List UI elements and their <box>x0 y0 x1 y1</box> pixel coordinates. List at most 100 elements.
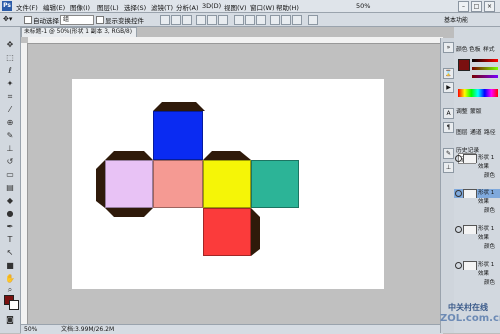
panel-collapse-icon[interactable]: » <box>443 42 454 53</box>
minimize-icon[interactable]: – <box>458 1 469 12</box>
cube-face-bottom[interactable] <box>203 208 251 256</box>
color-slider-b[interactable] <box>472 75 498 78</box>
auto-align-icon[interactable] <box>308 15 318 25</box>
color-slider-g[interactable] <box>472 67 498 70</box>
healing-brush-icon[interactable]: ⊕ <box>4 118 16 127</box>
crop-icon[interactable]: ⌗ <box>4 92 16 101</box>
auto-select-checkbox[interactable] <box>24 16 32 24</box>
history-brush-icon[interactable]: ↺ <box>4 157 16 166</box>
type-icon[interactable]: T <box>4 235 16 244</box>
layer-effect-row[interactable]: 颜色 <box>454 243 500 252</box>
layer-name: 形状 1 <box>478 226 495 232</box>
layer-row[interactable]: 形状 1 <box>454 154 500 163</box>
layer-effect-row[interactable]: 颜色 <box>454 279 500 288</box>
tab-layers[interactable]: 图层 <box>456 127 468 136</box>
cube-face-center[interactable] <box>153 160 203 208</box>
color-spectrum[interactable] <box>458 89 498 97</box>
lasso-icon[interactable]: ℓ <box>4 66 16 75</box>
pen-icon[interactable]: ✒ <box>4 222 16 231</box>
menu-3d[interactable]: 3D(D) <box>202 2 221 10</box>
eyedropper-icon[interactable]: ⁄ <box>4 105 16 114</box>
auto-select-dropdown[interactable]: 组 <box>60 15 94 25</box>
layer-effect-row[interactable]: 效果 <box>454 163 500 172</box>
tab-adjustments[interactable]: 调整 <box>456 106 468 115</box>
menu-window[interactable]: 窗口(W) <box>250 2 275 12</box>
cube-face-left[interactable] <box>105 160 153 208</box>
tab-styles[interactable]: 样式 <box>483 44 495 53</box>
character-panel-icon[interactable]: A <box>443 108 454 119</box>
distribute-right-icon[interactable] <box>292 15 302 25</box>
visibility-eye-icon[interactable] <box>455 155 462 162</box>
workspace-switcher[interactable]: 基本功能 <box>444 15 468 24</box>
cube-face-far-right[interactable] <box>251 160 299 208</box>
paragraph-panel-icon[interactable]: ¶ <box>443 122 454 133</box>
menu-view[interactable]: 视图(V) <box>224 2 247 12</box>
path-select-icon[interactable]: ↖ <box>4 248 16 257</box>
tab-channels[interactable]: 通道 <box>470 127 482 136</box>
background-color-swatch[interactable] <box>9 300 19 310</box>
menu-layer[interactable]: 图层(L) <box>97 2 119 12</box>
tab-swatches[interactable]: 色板 <box>469 44 481 53</box>
magic-wand-icon[interactable]: ✦ <box>4 79 16 88</box>
visibility-eye-icon[interactable] <box>455 226 462 233</box>
menu-file[interactable]: 文件(F) <box>16 2 38 12</box>
distribute-center-icon[interactable] <box>281 15 291 25</box>
zoom-icon[interactable]: ⌕ <box>4 285 16 294</box>
align-right-icon[interactable] <box>218 15 228 25</box>
clone-stamp-icon[interactable]: ⊥ <box>4 144 16 153</box>
cube-face-right[interactable] <box>203 160 251 208</box>
distribute-middle-icon[interactable] <box>245 15 255 25</box>
marquee-icon[interactable]: ⬚ <box>4 53 16 62</box>
document-canvas[interactable] <box>72 79 384 289</box>
menu-analysis[interactable]: 分析(A) <box>176 2 199 12</box>
actions-panel-icon[interactable]: ▶ <box>443 82 454 93</box>
document-tab[interactable]: 未标题-1 @ 50%(形状 1 副本 3, RGB/8) <box>21 27 137 37</box>
show-transform-checkbox[interactable] <box>96 16 104 24</box>
distribute-bottom-icon[interactable] <box>256 15 266 25</box>
quick-mask-icon[interactable]: ◙ <box>4 315 16 324</box>
tab-color[interactable]: 颜色 <box>456 44 468 53</box>
layer-row[interactable]: 形状 1 <box>454 261 500 270</box>
menu-edit[interactable]: 编辑(E) <box>43 2 65 12</box>
align-top-icon[interactable] <box>160 15 170 25</box>
layer-effect-row[interactable]: 效果 <box>454 198 500 207</box>
blur-icon[interactable]: ◆ <box>4 196 16 205</box>
clone-source-panel-icon[interactable]: ⊥ <box>443 162 454 173</box>
history-panel-icon[interactable]: ⌛ <box>443 68 454 79</box>
visibility-eye-icon[interactable] <box>455 262 462 269</box>
menu-select[interactable]: 选择(S) <box>124 2 146 12</box>
close-icon[interactable]: × <box>484 1 495 12</box>
eraser-icon[interactable]: ▭ <box>4 170 16 179</box>
align-center-icon[interactable] <box>207 15 217 25</box>
gradient-icon[interactable]: ▤ <box>4 183 16 192</box>
tab-masks[interactable]: 蒙版 <box>470 106 482 115</box>
maximize-icon[interactable]: □ <box>471 1 482 12</box>
cube-face-top[interactable] <box>153 111 203 160</box>
layer-row[interactable]: 形状 1 <box>454 225 500 234</box>
visibility-eye-icon[interactable] <box>455 190 462 197</box>
layer-row-selected[interactable]: 形状 1 <box>454 189 500 198</box>
layer-effect-row[interactable]: 效果 <box>454 234 500 243</box>
layer-effect-row[interactable]: 颜色 <box>454 207 500 216</box>
move-icon[interactable]: ✥ <box>4 40 16 49</box>
tab-paths[interactable]: 路径 <box>484 127 496 136</box>
brush-panel-icon[interactable]: ✎ <box>443 148 454 159</box>
distribute-left-icon[interactable] <box>270 15 280 25</box>
move-tool-icon[interactable]: ✥▾ <box>3 15 17 24</box>
menu-filter[interactable]: 滤镜(T) <box>151 2 173 12</box>
distribute-top-icon[interactable] <box>234 15 244 25</box>
color-slider-r[interactable] <box>472 59 498 62</box>
brush-icon[interactable]: ✎ <box>4 131 16 140</box>
color-foreground-swatch[interactable] <box>458 59 470 71</box>
align-bottom-icon[interactable] <box>182 15 192 25</box>
dodge-icon[interactable]: ● <box>4 209 16 218</box>
hand-icon[interactable]: ✋ <box>4 274 16 283</box>
align-left-icon[interactable] <box>196 15 206 25</box>
menu-help[interactable]: 帮助(H) <box>276 2 299 12</box>
shape-icon[interactable]: ■ <box>4 261 16 270</box>
menu-image[interactable]: 图像(I) <box>70 2 90 12</box>
align-middle-icon[interactable] <box>171 15 181 25</box>
zoom-level[interactable]: 50% <box>356 2 370 10</box>
layer-effect-row[interactable]: 颜色 <box>454 172 500 181</box>
layer-effect-row[interactable]: 效果 <box>454 270 500 279</box>
